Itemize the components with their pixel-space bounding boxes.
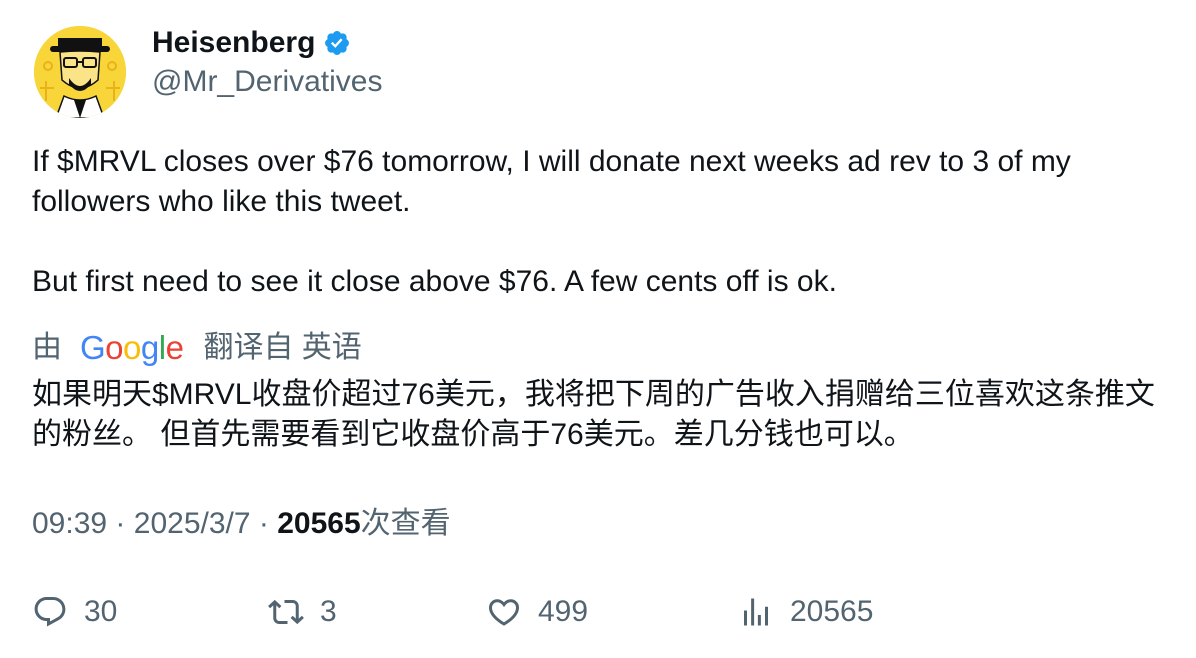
tweet-text: If $MRVL closes over $76 tomorrow, I wil… [32, 145, 1071, 298]
like-count: 499 [538, 595, 589, 628]
reply-icon [34, 597, 66, 627]
heisenberg-avatar-icon[interactable] [34, 26, 126, 118]
author-handle[interactable]: @Mr_Derivatives [152, 64, 383, 100]
retweet-icon [268, 599, 304, 625]
bar-chart-icon [744, 598, 768, 626]
tweet-header: Heisenberg @Mr_Derivatives [34, 26, 383, 120]
translated-tweet-text: 如果明天$MRVL收盘价超过76美元，我将把下周的广告收入捐赠给三位喜欢这条推文… [32, 378, 1155, 451]
retweet-count: 3 [320, 595, 337, 628]
heart-icon [488, 599, 520, 626]
meta-separator: · [258, 507, 269, 540]
meta-views-count: 20565 [277, 507, 361, 540]
action-bar: 30 3 499 20565 [32, 590, 1167, 634]
name-row: Heisenberg [152, 26, 383, 60]
reply-button[interactable]: 30 [32, 590, 117, 634]
author-identity: Heisenberg @Mr_Derivatives [152, 26, 383, 100]
translated-by-label: 由 [32, 331, 62, 364]
author-display-name[interactable]: Heisenberg [152, 26, 315, 60]
like-button[interactable]: 499 [486, 590, 588, 634]
reply-count: 30 [84, 595, 118, 628]
verified-badge-icon[interactable] [323, 29, 351, 57]
retweet-button[interactable]: 3 [268, 590, 337, 634]
views-count: 20565 [790, 595, 874, 628]
translated-from-label: 翻译自 英语 [203, 331, 362, 364]
tweet-time[interactable]: 09:39 [32, 507, 107, 540]
views-button[interactable]: 20565 [738, 590, 873, 634]
translation-attribution: 由 Google 翻译自 英语 [32, 328, 362, 368]
meta-separator: · [115, 507, 126, 540]
tweet-date[interactable]: 2025/3/7 [134, 507, 251, 540]
google-logo-icon: Google [80, 329, 184, 366]
tweet-meta: 09:39 · 2025/3/7 · 20565次查看 [32, 504, 451, 544]
meta-views-label: 次查看 [360, 507, 451, 540]
